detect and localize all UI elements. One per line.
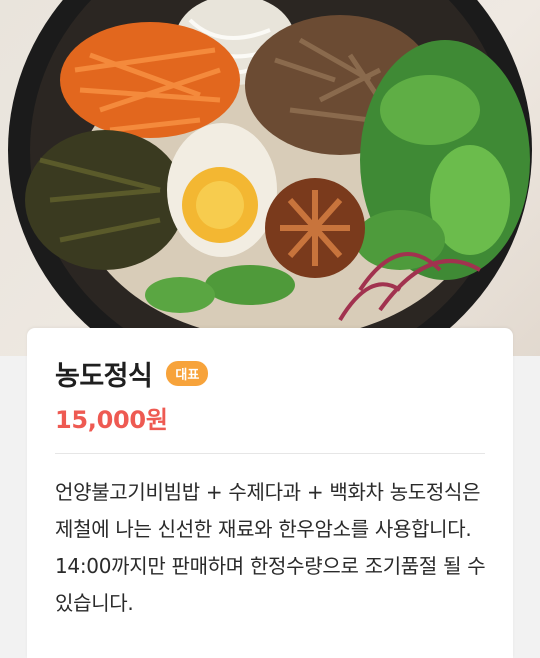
menu-card: 농도정식 대표 15,000원 언양불고기비빔밥 + 수제다과 + 백화차 농도… xyxy=(27,328,513,658)
signature-badge: 대표 xyxy=(166,361,209,386)
menu-title: 농도정식 xyxy=(55,361,153,392)
menu-photo xyxy=(0,0,540,356)
menu-description: 언양불고기비빔밥 + 수제다과 + 백화차 농도정식은 제철에 나는 신선한 재… xyxy=(55,480,486,615)
title-row: 농도정식 대표 xyxy=(55,354,209,393)
bibimbap-illustration xyxy=(8,0,532,356)
menu-price: 15,000원 xyxy=(55,406,168,434)
divider xyxy=(55,453,485,454)
